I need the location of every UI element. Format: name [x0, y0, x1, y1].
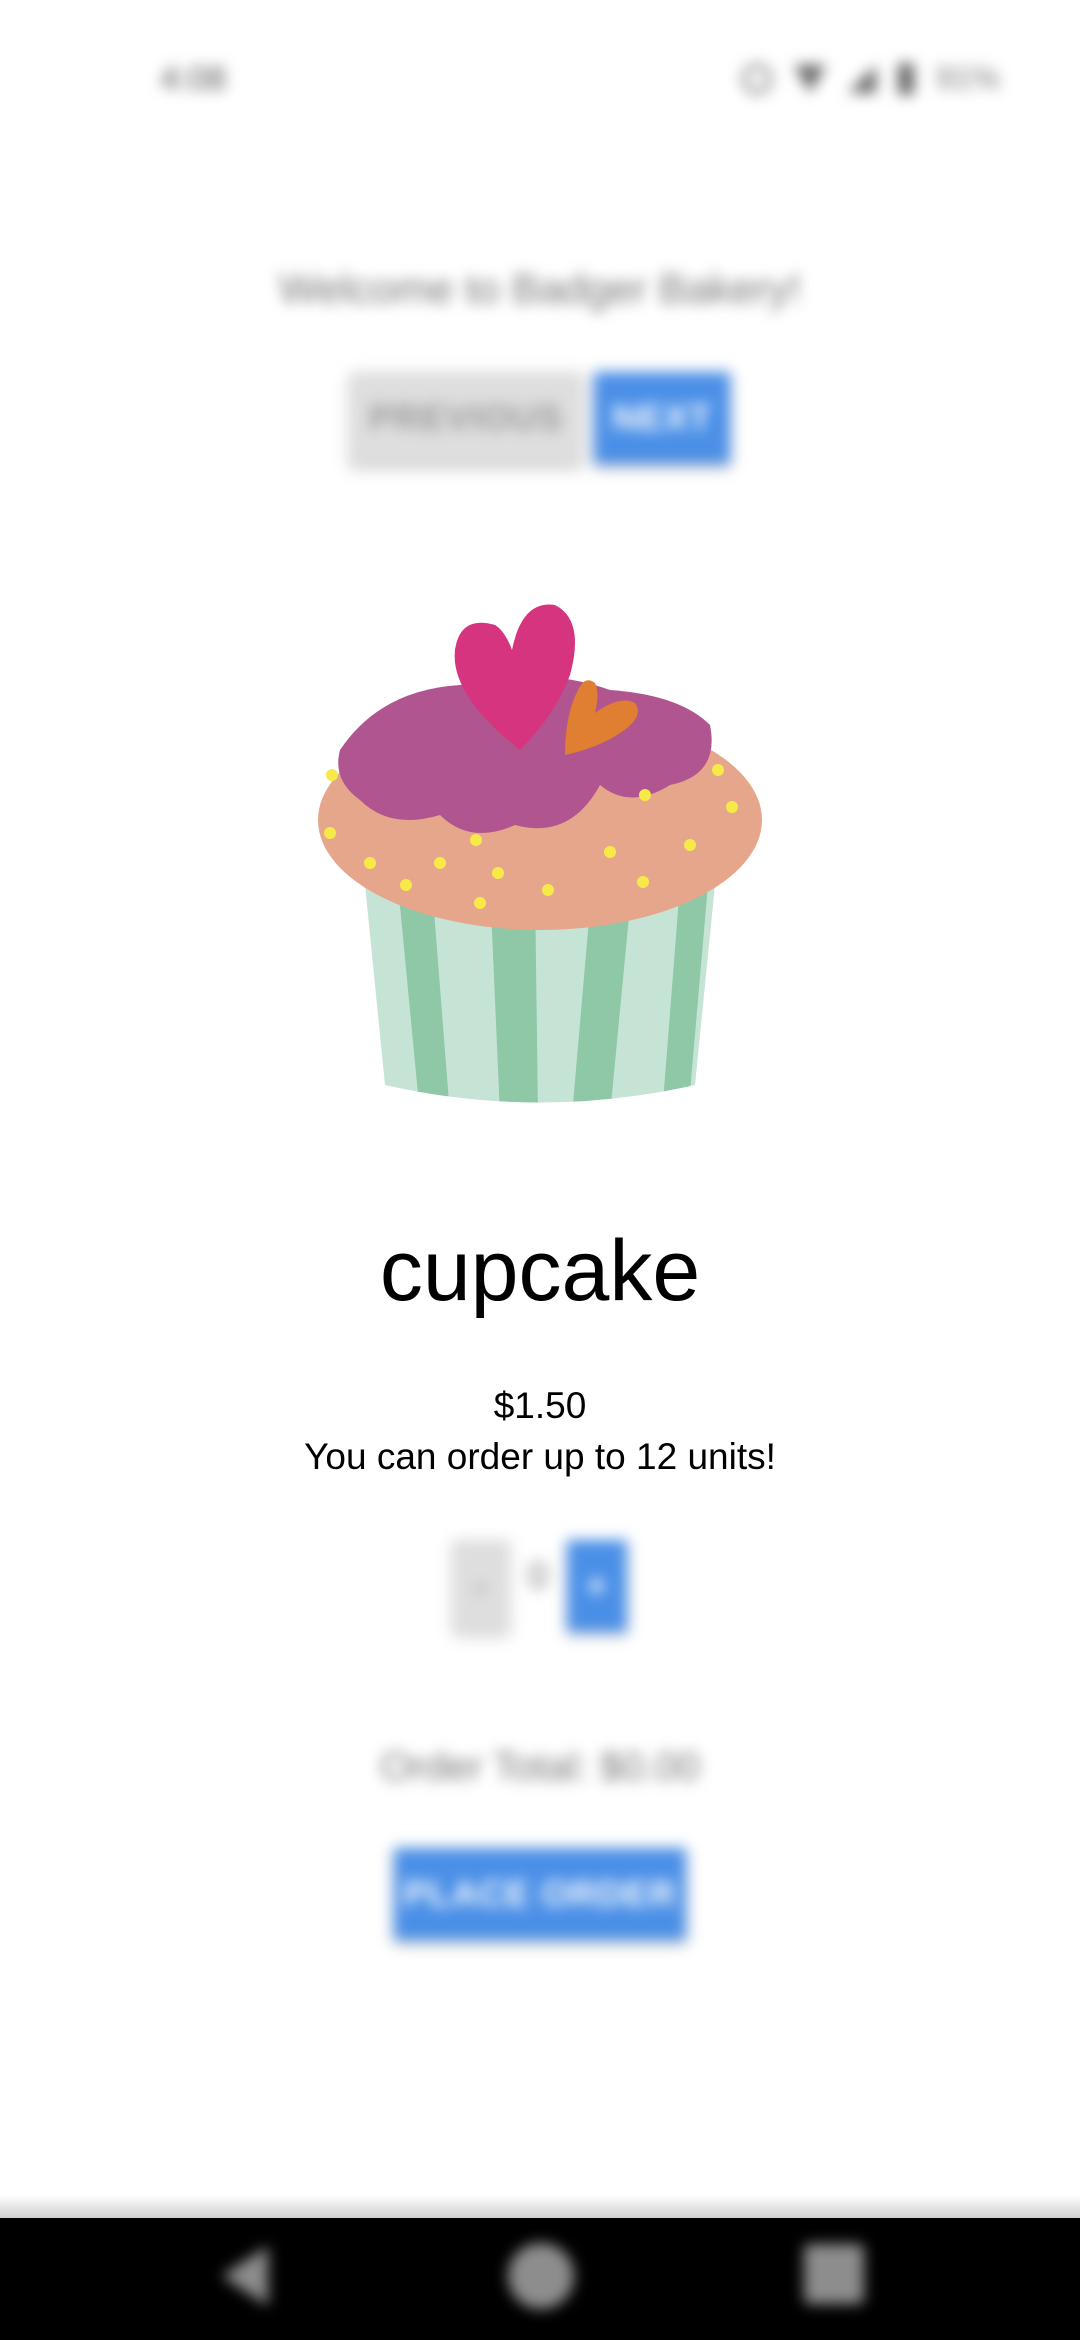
battery-icon: [897, 62, 914, 95]
wifi-icon: [793, 64, 826, 93]
signal-icon: [847, 64, 876, 93]
status-bar: 4:08 91%: [0, 0, 1080, 160]
decrement-button[interactable]: -: [453, 1540, 509, 1632]
back-triangle-icon[interactable]: [222, 2246, 268, 2306]
increment-button[interactable]: +: [567, 1540, 627, 1632]
status-time: 4:08: [160, 60, 227, 98]
home-circle-icon[interactable]: [508, 2243, 574, 2309]
quantity-stepper: - 0 +: [0, 1540, 1080, 1632]
place-order-container: PLACE ORDER: [0, 1848, 1080, 1940]
order-total: Order Total: $0.00: [380, 1745, 700, 1789]
previous-button[interactable]: PREVIOUS: [350, 372, 582, 464]
product-name: cupcake: [379, 1223, 701, 1319]
recents-square-icon[interactable]: [804, 2244, 864, 2304]
place-order-button[interactable]: PLACE ORDER: [394, 1848, 686, 1940]
screen: 4:08 91% Welcome to Badger Bakery! PREVI…: [0, 0, 1080, 2340]
dnd-icon: [741, 63, 772, 94]
product-price: $1.50: [493, 1385, 587, 1426]
cupcake-image: [318, 604, 762, 1103]
battery-percent: 91%: [935, 60, 1000, 96]
product-nav-buttons: PREVIOUS NEXT: [0, 372, 1080, 464]
quantity-value: 0: [527, 1555, 549, 1596]
status-icons: 91%: [741, 60, 1000, 97]
next-button[interactable]: NEXT: [594, 372, 730, 464]
order-limit-text: You can order up to 12 units!: [304, 1436, 776, 1477]
welcome-title: Welcome to Badger Bakery!: [278, 265, 802, 312]
